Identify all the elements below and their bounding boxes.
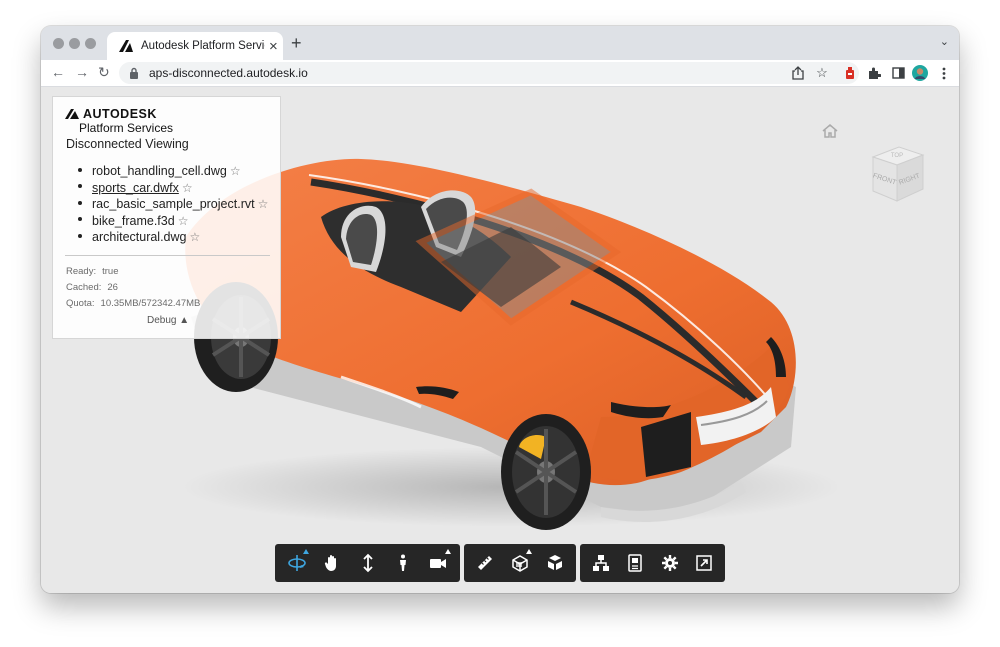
first-person-icon [399,554,406,571]
tab-search-chevron-icon[interactable]: ⌄ [940,35,949,48]
fullscreen-button[interactable] [687,544,721,582]
stat-quota: Quota: 10.35MB/572342.47MB [66,298,200,309]
orbit-tool-button[interactable] [279,544,314,582]
forward-button[interactable]: → [75,64,89,80]
bullet [78,167,82,172]
fullscreen-icon [696,555,712,571]
camera-icon [430,559,447,568]
modeling-toolbar [464,544,576,582]
pan-tool-button[interactable] [314,544,349,582]
bookmark-star-icon[interactable]: ☆ [814,65,830,81]
section-tool-button[interactable] [503,544,538,582]
stat-cached-value: 26 [107,282,118,293]
browser-menu-icon[interactable] [936,65,952,81]
stat-ready: Ready: true [66,266,118,277]
divider [65,255,270,256]
close-window-button[interactable] [53,38,64,49]
tool-flyout-indicator [445,549,452,554]
bullet [78,217,82,222]
stat-ready-value: true [102,266,119,277]
viewcube[interactable]: TOP FRONT RIGHT [867,143,927,205]
bullet [78,200,82,205]
autodesk-logo: AUTODESK Platform Services [65,107,173,135]
lock-icon [129,66,141,80]
navigation-toolbar [275,544,460,582]
zoom-window-button[interactable] [85,38,96,49]
minimize-window-button[interactable] [69,38,80,49]
stat-cached: Cached: 26 [66,282,118,293]
favorite-star-icon[interactable]: ☆ [258,197,269,211]
new-tab-button[interactable]: + [291,33,302,54]
explode-icon [547,555,562,570]
list-item[interactable]: sports_car.dwfx ☆ [78,180,268,197]
explode-tool-button[interactable] [537,544,572,582]
share-icon[interactable] [790,65,806,81]
stat-ready-label: Ready: [66,266,97,277]
tool-flyout-indicator [303,549,310,554]
brand-subtitle: Platform Services [79,121,174,135]
model-link-bike-frame[interactable]: bike_frame.f3d [92,214,175,228]
section-icon [512,555,528,572]
settings-toolbar [580,544,725,582]
tool-flyout-indicator [526,549,533,554]
browser-window: Autodesk Platform Services: D × + ⌄ ← → … [41,26,959,593]
favorite-star-icon[interactable]: ☆ [182,181,193,195]
autodesk-favicon-icon [117,37,135,55]
home-icon[interactable] [821,123,839,139]
pan-icon [324,555,337,571]
debug-toggle[interactable]: Debug ▲ [147,315,189,326]
profile-avatar[interactable] [912,65,928,81]
model-link-robot-handling-cell[interactable]: robot_handling_cell.dwg [92,164,227,178]
model-link-sports-car[interactable]: sports_car.dwfx [92,181,179,195]
favorite-star-icon[interactable]: ☆ [190,230,201,244]
reload-button[interactable]: ↻ [98,64,110,81]
model-link-architectural[interactable]: architectural.dwg [92,230,187,244]
viewcube-top-label[interactable]: TOP [891,153,903,159]
3d-viewer-canvas[interactable]: AUTODESK Platform Services Disconnected … [41,87,959,593]
dolly-icon [362,553,373,573]
stat-cached-label: Cached: [66,282,102,293]
settings-button[interactable] [653,544,687,582]
camera-tool-button[interactable] [421,544,456,582]
tab-strip: Autodesk Platform Services: D × + ⌄ [41,26,959,60]
autodesk-logo-icon [65,109,79,119]
stat-quota-label: Quota: [66,298,95,309]
favorite-star-icon[interactable]: ☆ [178,214,189,228]
properties-icon [628,554,643,572]
tab-title: Autodesk Platform Services: D [141,40,265,52]
list-item[interactable]: robot_handling_cell.dwg ☆ [78,163,268,180]
measure-tool-button[interactable] [468,544,503,582]
browser-toolbar: ← → ↻ aps-disconnected.autodesk.io ☆ [41,60,959,87]
list-item[interactable]: architectural.dwg ☆ [78,229,268,246]
back-button[interactable]: ← [51,64,65,80]
first-person-tool-button[interactable] [385,544,420,582]
brand-name: AUTODESK [83,107,157,121]
measure-icon [478,556,493,570]
bullet [78,184,82,189]
model-browser-button[interactable] [584,544,618,582]
panel-heading: Disconnected Viewing [66,137,189,151]
orbit-icon [287,555,306,571]
side-panel-icon[interactable] [890,65,906,81]
list-item[interactable]: bike_frame.f3d ☆ [78,213,268,230]
settings-icon [661,555,678,571]
url-text: aps-disconnected.autodesk.io [149,66,308,80]
address-bar[interactable]: aps-disconnected.autodesk.io [119,62,859,84]
list-item[interactable]: rac_basic_sample_project.rvt ☆ [78,196,268,213]
dolly-tool-button[interactable] [350,544,385,582]
model-list: robot_handling_cell.dwg ☆ sports_car.dwfx… [78,163,268,246]
browser-tab[interactable]: Autodesk Platform Services: D × [107,32,283,60]
tab-close-button[interactable]: × [269,39,278,54]
favorite-star-icon[interactable]: ☆ [230,164,241,178]
stat-quota-value: 10.35MB/572342.47MB [100,298,201,309]
disconnected-viewing-panel: AUTODESK Platform Services Disconnected … [52,96,281,339]
extension-puzzle-red-icon[interactable] [842,65,858,81]
model-browser-icon [593,555,610,571]
properties-button[interactable] [618,544,652,582]
bullet [78,233,82,238]
model-link-rac-basic-sample-project[interactable]: rac_basic_sample_project.rvt [92,197,255,211]
extensions-icon[interactable] [866,65,882,81]
